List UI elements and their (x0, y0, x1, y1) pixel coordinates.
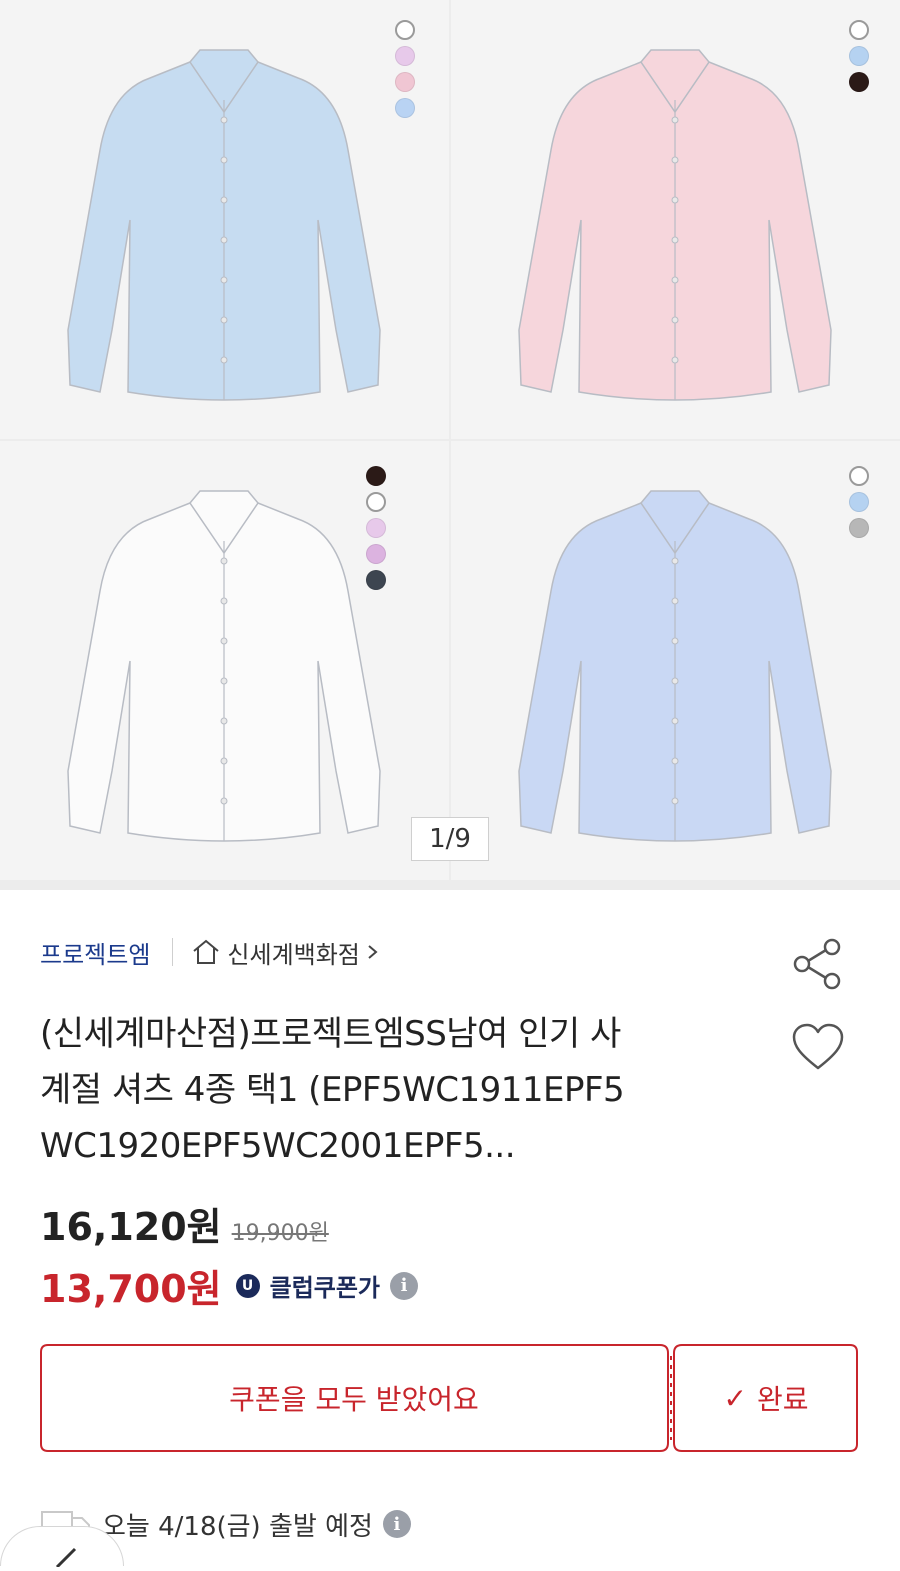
color-swatch[interactable] (366, 544, 386, 564)
color-swatch[interactable] (366, 466, 386, 486)
shipping-date-text: 오늘 4/18(금) 출발 예정 (102, 1511, 373, 1542)
gallery-image-white-shirt[interactable] (0, 441, 449, 880)
price-row: 16,120원 19,900원 (40, 1196, 329, 1251)
product-title-line: WC1920EPF5WC2001EPF5... (40, 1126, 516, 1166)
color-swatch[interactable] (395, 46, 415, 66)
shirt-illustration (518, 49, 832, 401)
color-swatches (395, 20, 415, 118)
coupon-status-button[interactable]: 쿠폰을 모두 받았어요 (40, 1344, 668, 1452)
color-swatch[interactable] (366, 570, 386, 590)
share-icon[interactable] (792, 938, 844, 990)
color-swatch[interactable] (849, 518, 869, 538)
color-swatches (849, 20, 869, 92)
store-link[interactable]: 신세계백화점 (191, 935, 379, 970)
chevron-right-icon (368, 945, 378, 959)
gallery-image-light-blue-shirt[interactable] (451, 441, 900, 880)
color-swatch[interactable] (395, 98, 415, 118)
info-icon[interactable]: i (390, 1271, 419, 1300)
wishlist-heart-icon[interactable] (790, 1022, 846, 1072)
product-title-line: (신세계마산점)프로젝트엠SS남여 인기 사 (40, 1014, 621, 1054)
gallery-image-blue-shirt[interactable] (0, 0, 449, 439)
color-swatch[interactable] (849, 492, 869, 512)
brand-store-row: 프로젝트엠 신세계백화점 (40, 932, 380, 972)
gallery-page-counter: 1/9 (411, 817, 489, 861)
home-icon (193, 939, 220, 964)
color-swatch[interactable] (366, 518, 386, 538)
color-swatch[interactable] (395, 72, 415, 92)
store-name: 신세계백화점 (227, 940, 360, 969)
current-price: 16,120원 (40, 1205, 222, 1249)
coupon-download-box: 쿠폰을 모두 받았어요 ✓ 완료 (40, 1344, 858, 1452)
shirt-illustration (67, 49, 381, 401)
check-icon: ✓ (723, 1381, 747, 1415)
shipping-info-icon[interactable]: i (382, 1510, 411, 1538)
coupon-done-label: 완료 (756, 1383, 809, 1416)
gallery-image-pink-shirt[interactable] (451, 0, 900, 439)
color-swatch[interactable] (395, 20, 415, 40)
brand-link[interactable]: 프로젝트엠 (40, 935, 150, 970)
color-swatch[interactable] (849, 20, 869, 40)
pencil-icon (55, 1547, 77, 1569)
coupon-price-row: 13,700원 U 클럽쿠폰가 i (40, 1258, 419, 1313)
coupon-price: 13,700원 (40, 1267, 222, 1311)
color-swatch[interactable] (849, 466, 869, 486)
original-price: 19,900원 (231, 1221, 329, 1246)
color-swatch[interactable] (849, 72, 869, 92)
color-swatch[interactable] (849, 46, 869, 66)
product-title: (신세계마산점)프로젝트엠SS남여 인기 사 계절 셔츠 4종 택1 (EPF5… (40, 1006, 740, 1174)
club-coupon-label: 클럽쿠폰가 (269, 1274, 381, 1302)
shirt-illustration (518, 490, 832, 842)
floating-edit-button[interactable] (0, 1526, 124, 1569)
club-badge-icon: U (235, 1273, 260, 1298)
divider (172, 938, 174, 966)
color-swatches (366, 466, 386, 590)
product-image-gallery[interactable]: 1/9 (0, 0, 900, 890)
product-title-line: 계절 셔츠 4종 택1 (EPF5WC1911EPF5 (40, 1070, 625, 1110)
color-swatches (849, 466, 869, 538)
color-swatch[interactable] (366, 492, 386, 512)
coupon-done-button[interactable]: ✓ 완료 (674, 1344, 858, 1452)
